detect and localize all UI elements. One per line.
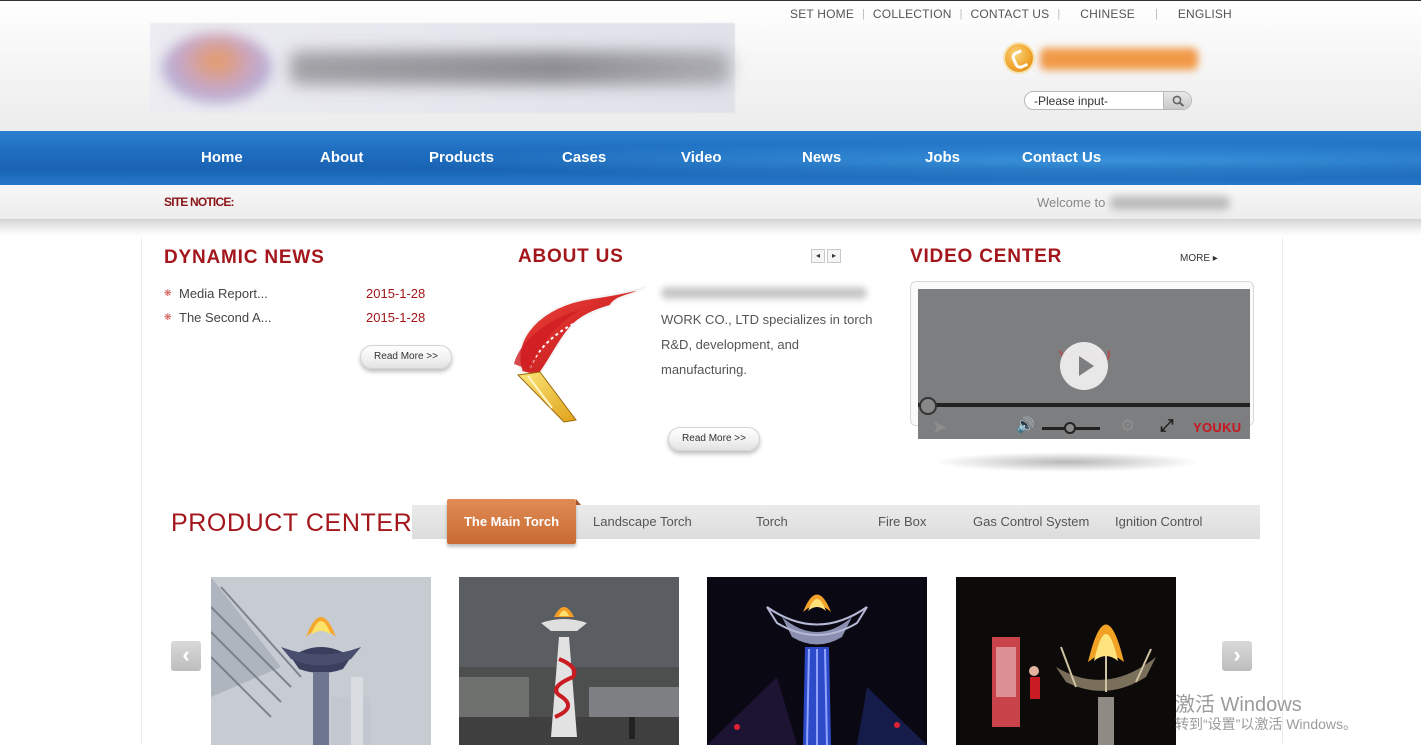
about-prev-button[interactable]: ◂ <box>811 249 825 263</box>
top-link-separator: | <box>959 8 963 20</box>
notice-shadow <box>0 220 1421 236</box>
about-us-title: ABOUT US <box>518 246 624 267</box>
tab-landscape-torch[interactable]: Landscape Torch <box>593 505 693 539</box>
fullscreen-icon[interactable]: ⤢ <box>1160 416 1174 436</box>
nav-products[interactable]: Products <box>429 131 494 185</box>
nav-cases[interactable]: Cases <box>562 131 606 185</box>
volume-icon[interactable]: 🔊 <box>1016 416 1035 434</box>
tab-the-main-torch[interactable]: The Main Torch <box>447 499 581 544</box>
about-pager: ◂ ▸ <box>811 249 841 263</box>
product-next-arrow-icon[interactable]: › <box>1222 641 1252 671</box>
tab-gas-control-system[interactable]: Gas Control System <box>973 505 1098 539</box>
news-item-date: 2015-1-28 <box>366 309 426 325</box>
site-notice-label: SITE NOTICE: <box>164 195 235 209</box>
video-player[interactable]: YOUKU ➤ 🔊 ⚙ ⤢ YOUKU <box>918 289 1250 439</box>
about-read-more-button[interactable]: Read More >> <box>668 427 760 451</box>
video-center-title: VIDEO CENTER <box>910 246 1063 267</box>
site-notice-bar: SITE NOTICE: Welcome to <box>0 185 1421 220</box>
site-notice-text: Welcome to <box>1037 195 1106 210</box>
torch-flame-logo-icon <box>514 285 647 423</box>
volume-handle[interactable] <box>1064 422 1076 434</box>
dynamic-news-title: DYNAMIC NEWS <box>164 247 325 268</box>
phone-icon <box>1005 44 1033 72</box>
search-box <box>1024 91 1192 110</box>
product-image[interactable] <box>459 577 679 745</box>
product-photo-spiral-tower-torch <box>459 577 679 745</box>
windows-activation-watermark-subtext: 转到“设置”以激活 Windows。 <box>1175 716 1358 732</box>
video-shadow <box>932 452 1202 472</box>
settings-gear-icon[interactable]: ⚙ <box>1120 416 1135 436</box>
video-more-link[interactable]: MORE ▸ <box>1180 253 1218 264</box>
tab-ignition-control[interactable]: Ignition Control <box>1115 505 1225 539</box>
nav-home[interactable]: Home <box>201 131 243 185</box>
site-notice-company-blurred <box>1110 196 1230 210</box>
tab-fire-box[interactable]: Fire Box <box>878 505 938 539</box>
logo-company-name-blurred <box>290 51 730 85</box>
nav-jobs[interactable]: Jobs <box>925 131 960 185</box>
windows-activation-watermark: 激活 Windows <box>1175 694 1302 716</box>
tab-torch[interactable]: Torch <box>756 505 796 539</box>
top-link-separator: | <box>862 8 865 20</box>
about-next-button[interactable]: ▸ <box>827 249 841 263</box>
product-photo-stadium-torch <box>211 577 431 745</box>
chinese-language-link[interactable]: CHINESE <box>1080 7 1135 21</box>
search-input[interactable] <box>1025 92 1165 109</box>
news-list-item[interactable]: ❋ Media Report... 2015-1-28 <box>164 283 444 303</box>
product-center-title: PRODUCT CENTER <box>171 509 413 537</box>
product-image[interactable] <box>707 577 927 745</box>
product-prev-arrow-icon[interactable]: ‹ <box>171 641 201 671</box>
top-link-separator: | <box>1057 8 1061 20</box>
top-links: SET HOME | COLLECTION | CONTACT US | CHI… <box>790 6 1232 22</box>
news-item-title[interactable]: The Second A... <box>179 310 366 325</box>
product-photo-stage-torch <box>956 577 1176 745</box>
news-read-more-button[interactable]: Read More >> <box>360 345 452 369</box>
next-icon[interactable]: ➤ <box>932 417 947 438</box>
contact-us-link[interactable]: CONTACT US <box>970 7 1049 21</box>
about-company-name-blurred <box>661 287 867 299</box>
nav-contact-us[interactable]: Contact Us <box>1022 131 1101 185</box>
search-button[interactable] <box>1163 92 1191 109</box>
about-description: WORK CO., LTD specializes in torch R&D, … <box>661 312 873 377</box>
logo-mark <box>162 33 272 103</box>
news-list-item[interactable]: ❋ The Second A... 2015-1-28 <box>164 307 444 327</box>
main-nav: Home About Products Cases Video News Job… <box>0 131 1421 185</box>
product-image[interactable] <box>211 577 431 745</box>
youku-brand-logo[interactable]: YOUKU <box>1193 420 1241 435</box>
bullet-icon: ❋ <box>164 287 172 298</box>
video-progress-bar[interactable] <box>918 403 1250 407</box>
product-photo-night-lotus-torch <box>707 577 927 745</box>
nav-video[interactable]: Video <box>681 131 722 185</box>
set-home-link[interactable]: SET HOME <box>790 7 854 21</box>
search-icon <box>1172 95 1184 107</box>
product-image[interactable] <box>956 577 1176 745</box>
english-language-link[interactable]: ENGLISH <box>1178 7 1232 21</box>
site-logo[interactable] <box>150 23 735 113</box>
bullet-icon: ❋ <box>164 311 172 322</box>
collection-link[interactable]: COLLECTION <box>873 7 952 21</box>
play-icon[interactable] <box>1060 342 1108 390</box>
site-header: SET HOME | COLLECTION | CONTACT US | CHI… <box>0 0 1421 131</box>
phone-number-blurred <box>1040 48 1198 70</box>
news-item-title[interactable]: Media Report... <box>179 286 366 301</box>
top-link-separator: | <box>1154 8 1158 20</box>
video-progress-handle[interactable] <box>919 397 937 415</box>
nav-about[interactable]: About <box>320 131 363 185</box>
news-item-date: 2015-1-28 <box>366 285 426 301</box>
video-controls: ➤ 🔊 ⚙ ⤢ YOUKU <box>918 415 1250 439</box>
nav-news[interactable]: News <box>802 131 841 185</box>
